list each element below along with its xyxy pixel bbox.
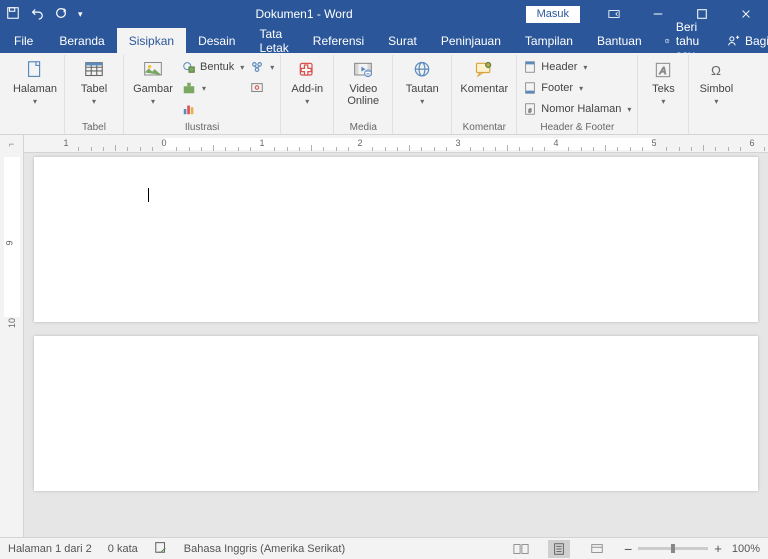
redo-icon[interactable] <box>54 6 68 23</box>
addin-icon <box>293 59 321 81</box>
status-language[interactable]: Bahasa Inggris (Amerika Serikat) <box>184 543 345 555</box>
vertical-ruler[interactable]: 910 <box>0 153 24 537</box>
symbol-icon: Ω <box>702 59 730 81</box>
komentar-button[interactable]: + Komentar <box>458 57 510 95</box>
simbol-button[interactable]: Ω Simbol▾ <box>695 57 737 108</box>
tab-peninjauan[interactable]: Peninjauan <box>429 28 513 53</box>
share-label: Bagikan <box>745 34 768 48</box>
signin-button[interactable]: Masuk <box>526 6 580 23</box>
document-area[interactable] <box>24 153 768 537</box>
page-1[interactable] <box>34 157 758 322</box>
minimize-icon[interactable] <box>636 0 680 28</box>
window-title: Dokumen1 - Word <box>83 7 526 21</box>
group-media-label: Media <box>350 120 377 134</box>
view-read-icon[interactable] <box>510 540 532 558</box>
undo-icon[interactable] <box>30 6 44 23</box>
ribbon: Halaman▾ Tabel▾ Tabel Gambar▾ Bentuk▾ ▾ <box>0 53 768 135</box>
chart-button[interactable] <box>182 100 244 118</box>
tab-sisipkan[interactable]: Sisipkan <box>117 28 186 53</box>
tab-beranda[interactable]: Beranda <box>47 28 116 53</box>
save-icon[interactable] <box>6 6 20 23</box>
header-button[interactable]: Header▾ <box>523 58 631 76</box>
addin-button[interactable]: Add-in▾ <box>287 57 327 108</box>
tell-me-search[interactable]: Beri tahu say <box>654 28 717 53</box>
group-tabel: Tabel▾ Tabel <box>65 55 124 134</box>
group-header-footer: Header▾ Footer▾ #Nomor Halaman▾ Header &… <box>517 55 638 134</box>
link-icon <box>408 59 436 81</box>
tab-desain[interactable]: Desain <box>186 28 247 53</box>
tab-file[interactable]: File <box>6 28 47 53</box>
ruler-corner[interactable]: ⌐ <box>0 135 24 153</box>
group-teks: A Teks▾ <box>638 55 689 134</box>
title-bar: ▾ Dokumen1 - Word Masuk <box>0 0 768 28</box>
zoom-in-button[interactable]: + <box>714 541 722 556</box>
group-ilustrasi-label: Ilustrasi <box>185 120 219 134</box>
gambar-button[interactable]: Gambar▾ <box>130 57 176 108</box>
status-proofing-icon[interactable] <box>154 540 168 557</box>
horizontal-ruler[interactable]: 10123456 <box>24 135 768 152</box>
bentuk-button[interactable]: Bentuk▾ <box>182 58 244 76</box>
group-tautan: Tautan▾ <box>393 55 452 134</box>
menu-tabs: File Beranda Sisipkan Desain Tata Letak … <box>0 28 768 53</box>
group-ilustrasi: Gambar▾ Bentuk▾ ▾ ▾ Ilustrasi <box>124 55 281 134</box>
status-page[interactable]: Halaman 1 dari 2 <box>8 543 92 555</box>
workspace: 910 <box>0 153 768 537</box>
tab-bantuan[interactable]: Bantuan <box>585 28 654 53</box>
smartart-button[interactable]: ▾ <box>250 58 274 76</box>
zoom-level[interactable]: 100% <box>732 543 760 555</box>
text-cursor <box>148 188 149 202</box>
table-icon <box>80 59 108 81</box>
tab-tampilan[interactable]: Tampilan <box>513 28 585 53</box>
tab-surat[interactable]: Surat <box>376 28 429 53</box>
group-komentar-label: Komentar <box>463 120 506 134</box>
screenshot-button[interactable] <box>250 79 274 97</box>
view-print-icon[interactable] <box>548 540 570 558</box>
video-icon <box>349 59 377 81</box>
halaman-button[interactable]: Halaman▾ <box>12 57 58 108</box>
nomor-halaman-button[interactable]: #Nomor Halaman▾ <box>523 100 631 118</box>
ribbon-options-icon[interactable] <box>592 0 636 28</box>
close-icon[interactable] <box>724 0 768 28</box>
group-media: Video Online Media <box>334 55 393 134</box>
status-words[interactable]: 0 kata <box>108 543 138 555</box>
icons-button[interactable]: ▾ <box>182 79 244 97</box>
comment-icon: + <box>470 59 498 81</box>
teks-button[interactable]: A Teks▾ <box>644 57 682 108</box>
footer-button[interactable]: Footer▾ <box>523 79 631 97</box>
svg-text:Ω: Ω <box>711 63 721 78</box>
group-simbol: Ω Simbol▾ <box>689 55 743 134</box>
view-web-icon[interactable] <box>586 540 608 558</box>
text-icon: A <box>649 59 677 81</box>
tab-tataletak[interactable]: Tata Letak <box>247 28 300 53</box>
video-button[interactable]: Video Online <box>340 57 386 107</box>
page-icon <box>21 59 49 81</box>
picture-icon <box>139 59 167 81</box>
status-bar: Halaman 1 dari 2 0 kata Bahasa Inggris (… <box>0 537 768 559</box>
group-addin: Add-in▾ <box>281 55 334 134</box>
group-tabel-label: Tabel <box>82 120 106 134</box>
quick-access-toolbar: ▾ <box>6 6 83 23</box>
share-button[interactable]: Bagikan <box>717 28 768 53</box>
zoom-controls: − + 100% <box>624 541 760 557</box>
group-komentar: + Komentar Komentar <box>452 55 517 134</box>
ruler-bar: ⌐ 10123456 <box>0 135 768 153</box>
tautan-button[interactable]: Tautan▾ <box>399 57 445 108</box>
zoom-slider[interactable] <box>638 547 708 550</box>
tab-referensi[interactable]: Referensi <box>301 28 376 53</box>
group-halaman: Halaman▾ <box>6 55 65 134</box>
svg-text:A: A <box>659 66 667 77</box>
tabel-button[interactable]: Tabel▾ <box>71 57 117 108</box>
page-2[interactable] <box>34 336 758 491</box>
svg-text:#: # <box>529 109 532 115</box>
group-hf-label: Header & Footer <box>540 120 614 134</box>
zoom-out-button[interactable]: − <box>624 541 632 557</box>
